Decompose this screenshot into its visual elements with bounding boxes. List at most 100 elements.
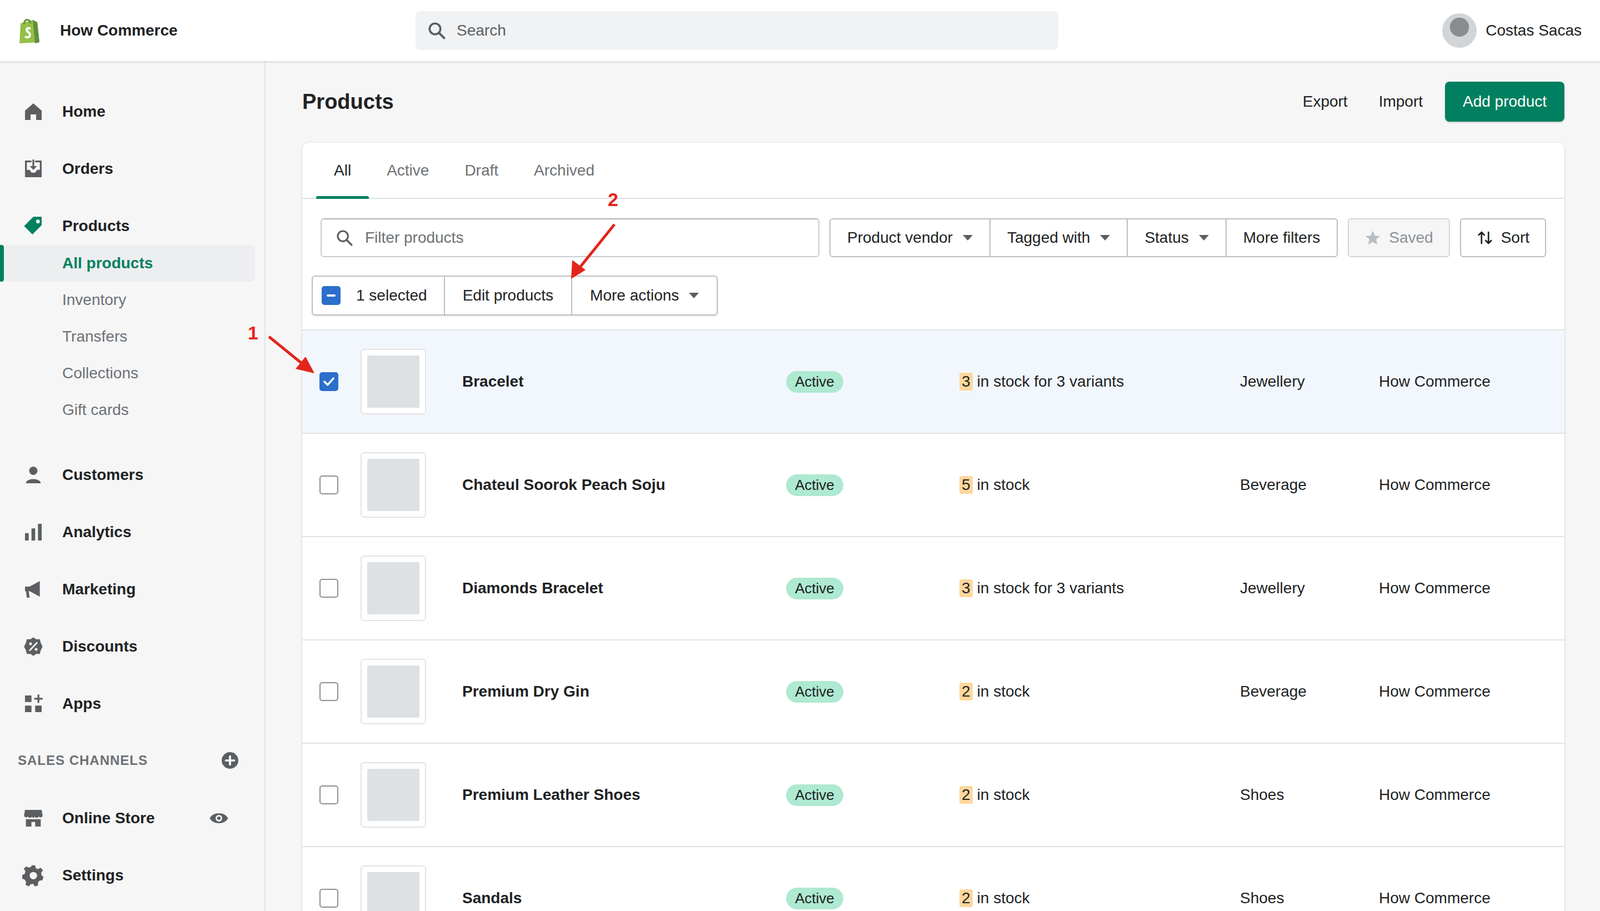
bulk-checkbox[interactable] (321, 286, 341, 305)
global-search[interactable]: Search (415, 11, 1059, 50)
table-row[interactable]: Premium Leather ShoesActive2in stockShoe… (302, 742, 1565, 847)
stock-text: in stock (977, 786, 1030, 804)
table-row[interactable]: Chateul Soorok Peach SojuActive 5in stock… (302, 432, 1565, 537)
stock-text: in stock for 3 variants (977, 579, 1125, 598)
discounts-icon (22, 635, 45, 658)
filter-button[interactable]: Product vendor (829, 218, 991, 258)
table-row[interactable]: SandalsActive2in stockShoesHow Commerce (302, 846, 1565, 911)
annotation-label: 2 (607, 188, 619, 211)
tab[interactable]: All (316, 142, 369, 198)
caret-icon (962, 235, 973, 241)
sidebar-item[interactable]: Collections (0, 355, 265, 392)
user-menu[interactable]: Costas Sacas (1442, 13, 1582, 48)
store-icon (22, 807, 45, 830)
tab[interactable]: Archived (516, 142, 613, 198)
tab[interactable]: Draft (446, 142, 517, 198)
sidebar-item[interactable]: Inventory (0, 281, 265, 319)
annotation-arrows (0, 0, 1600, 911)
products-card: All Active Draft Archived Filter products Pro… (302, 142, 1565, 911)
product-name: Sandals (462, 889, 787, 908)
table-row[interactable]: Premium Dry GinActive2in stockBeverageHo… (302, 639, 1565, 743)
stock-count: 3 (959, 579, 973, 598)
sidebar-item[interactable]: Discounts (0, 607, 265, 665)
sidebar: HomeOrdersProducts All products InventoryT… (0, 61, 266, 911)
status-badge: Active (786, 681, 844, 703)
eye-icon[interactable] (208, 808, 229, 829)
sidebar-item[interactable]: Gift cards (0, 391, 265, 429)
store-name: How Commerce (60, 21, 178, 40)
product-vendor: How Commerce (1378, 889, 1565, 908)
product-name: Chateul Soorok Peach Soju (462, 476, 787, 494)
sidebar-item[interactable]: Orders (0, 130, 265, 188)
products-icon (22, 215, 45, 238)
sidebar-label: Customers (62, 466, 144, 484)
row-checkbox[interactable] (319, 785, 339, 805)
filter-placeholder: Filter products (365, 228, 464, 247)
caret-icon (688, 292, 699, 299)
row-checkbox[interactable] (319, 578, 339, 598)
sidebar-label: Apps (62, 695, 102, 713)
edit-products-button[interactable]: Edit products (445, 276, 573, 315)
product-thumbnail (360, 762, 427, 828)
tab-label: Archived (533, 161, 595, 180)
inventory-cell: 5in stock (959, 476, 1240, 494)
status-badge: Active (786, 474, 844, 497)
stock-count: 5 (959, 476, 973, 494)
header-action-button[interactable]: Export (1293, 85, 1357, 119)
row-checkbox[interactable] (319, 682, 339, 702)
stock-count: 2 (959, 786, 973, 804)
sidebar-item[interactable]: Transfers (0, 318, 265, 355)
add-product-button[interactable]: Add product (1445, 81, 1565, 122)
header-action-button[interactable]: Import (1370, 85, 1432, 119)
search-icon (426, 20, 447, 41)
filter-button[interactable]: Status (1127, 218, 1227, 258)
shopify-logo-icon (16, 16, 41, 45)
sales-channel-item[interactable]: Online Store (0, 779, 265, 837)
sidebar-label: All products (62, 254, 153, 273)
tab[interactable]: Active (368, 142, 447, 198)
product-name: Premium Leather Shoes (462, 786, 787, 804)
filter-button[interactable]: More filters (1226, 218, 1338, 258)
row-checkbox[interactable] (319, 888, 339, 908)
product-name: Diamonds Bracelet (462, 579, 787, 598)
sidebar-item[interactable]: Home (0, 73, 265, 131)
more-actions-button[interactable]: More actions (572, 276, 717, 315)
page-title: Products (302, 90, 394, 114)
star-icon (1364, 229, 1382, 247)
bulk-select[interactable]: 1 selected (312, 276, 445, 315)
add-channel-icon[interactable] (220, 750, 240, 771)
sidebar-item[interactable]: Products (0, 187, 265, 245)
store-brand[interactable]: How Commerce (0, 16, 266, 45)
status-badge: Active (786, 784, 844, 807)
orders-icon (22, 157, 45, 180)
product-vendor: How Commerce (1378, 682, 1565, 701)
tab-label: Active (386, 161, 429, 180)
stock-count: 2 (959, 682, 973, 701)
settings-item[interactable]: Settings (0, 836, 265, 894)
sidebar-item[interactable]: Customers (0, 436, 265, 494)
row-checkbox[interactable] (319, 372, 339, 392)
sidebar-item[interactable]: Apps (0, 665, 265, 723)
product-thumbnail (360, 555, 427, 622)
sort-button[interactable]: Sort (1460, 218, 1547, 258)
saved-button[interactable]: Saved (1347, 218, 1450, 258)
product-name: Premium Dry Gin (462, 682, 787, 701)
sidebar-item[interactable]: All products (3, 245, 255, 282)
gear-icon (22, 864, 45, 887)
user-avatar (1442, 13, 1477, 48)
inventory-cell: 2in stock (959, 889, 1240, 908)
tabs: All Active Draft Archived (302, 142, 1565, 199)
filter-button[interactable]: Tagged with (990, 218, 1128, 258)
sidebar-item[interactable]: Analytics (0, 493, 265, 552)
product-thumbnail (360, 452, 427, 518)
check-icon (321, 373, 337, 390)
bulk-selected-count: 1 selected (356, 286, 428, 305)
product-type: Beverage (1240, 476, 1379, 494)
product-type: Jewellery (1240, 372, 1379, 391)
row-checkbox[interactable] (319, 475, 339, 495)
product-type: Shoes (1240, 889, 1379, 908)
table-row[interactable]: Diamonds BraceletActive3in stock for 3 v… (302, 536, 1565, 640)
sidebar-item[interactable]: Marketing (0, 551, 265, 609)
filter-input[interactable]: Filter products (320, 218, 820, 258)
table-row[interactable]: BraceletActive3in stock for 3 variantsJe… (302, 329, 1565, 433)
